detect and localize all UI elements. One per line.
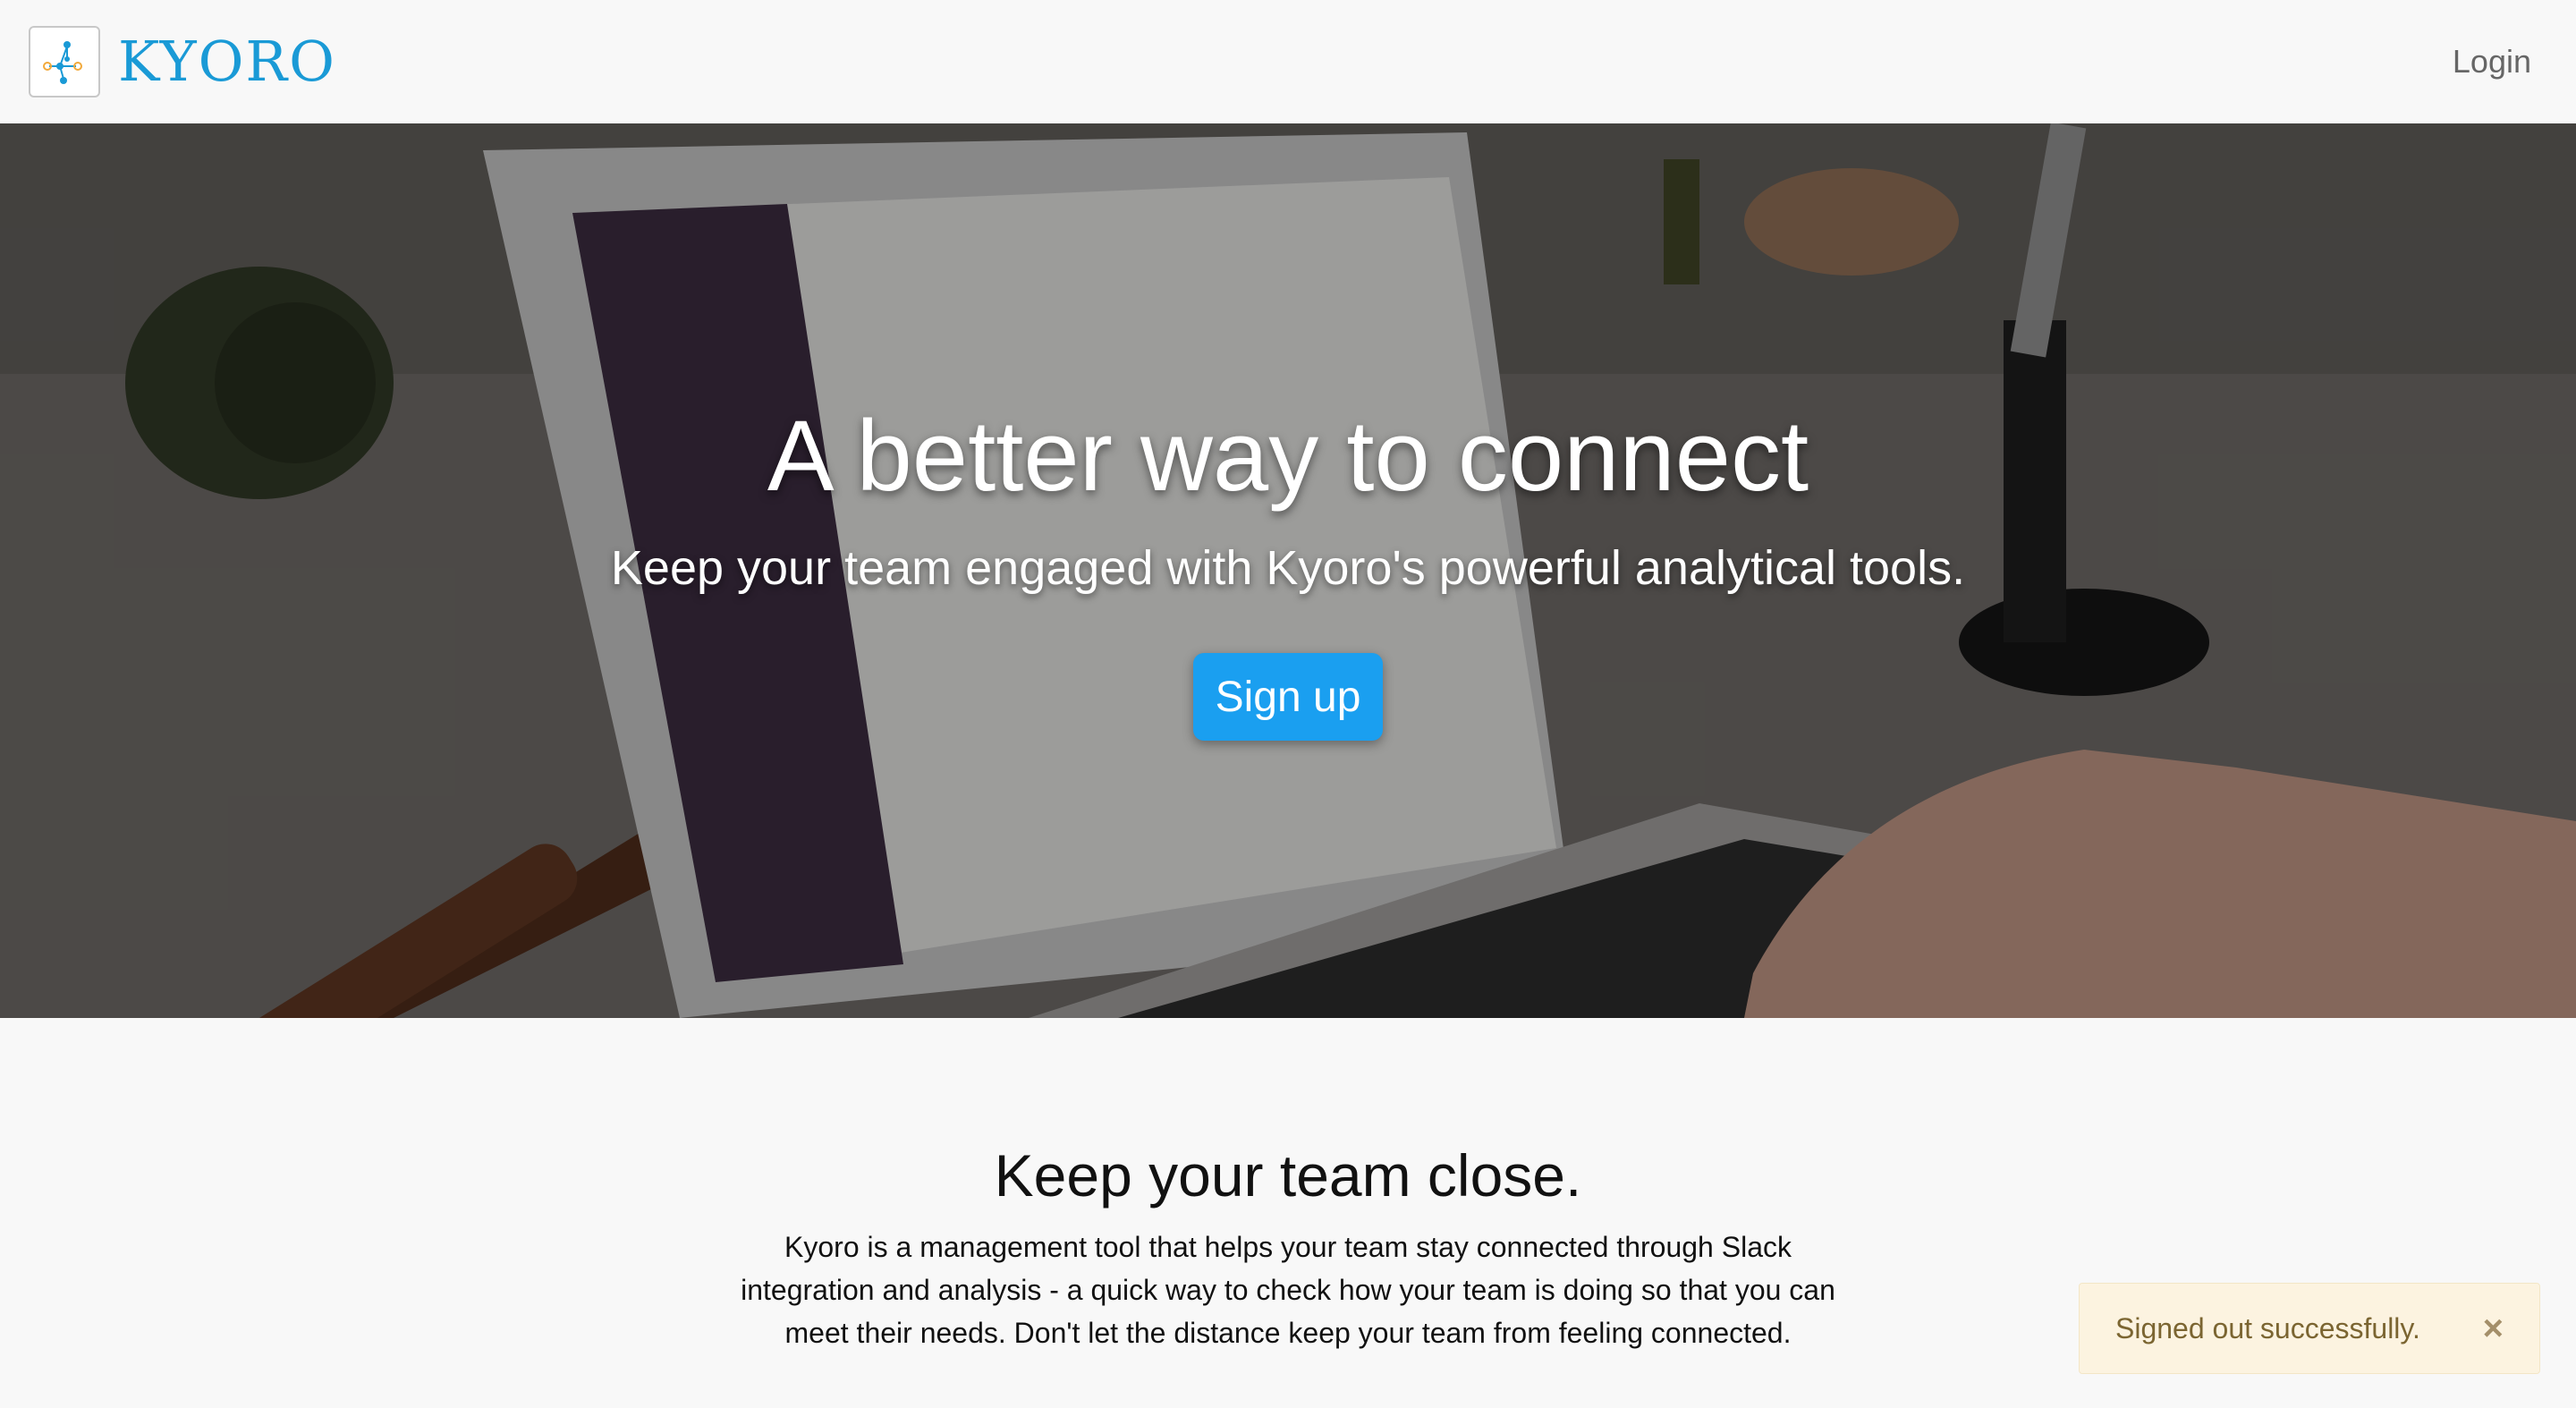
flash-notification: Signed out successfully. × [2079, 1283, 2540, 1374]
brand[interactable]: KYORO [29, 26, 336, 98]
signup-button[interactable]: Sign up [1193, 653, 1383, 741]
hero-subtitle: Keep your team engaged with Kyoro's powe… [610, 541, 1966, 595]
info-description: Kyoro is a management tool that helps yo… [741, 1231, 1835, 1349]
login-link[interactable]: Login [2453, 43, 2531, 81]
info-title: Keep your team close. [994, 1142, 1582, 1209]
close-icon[interactable]: × [2483, 1310, 2504, 1346]
network-nodes-icon [29, 26, 100, 98]
hero-content: A better way to connect Keep your team e… [0, 123, 2576, 1018]
notification-message: Signed out successfully. [2115, 1311, 2420, 1344]
site-header: KYORO Login [0, 0, 2576, 123]
hero-title: A better way to connect [767, 400, 1809, 512]
hero-banner: A better way to connect Keep your team e… [0, 123, 2576, 1018]
brand-name: KYORO [118, 29, 336, 94]
